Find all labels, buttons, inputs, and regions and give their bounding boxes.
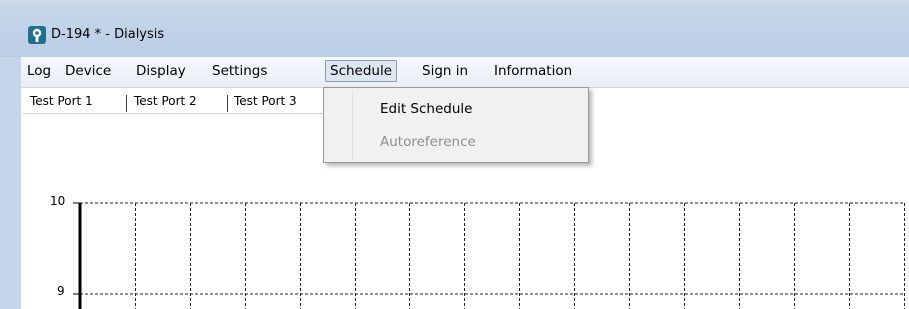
menu-log[interactable]: Log — [23, 61, 55, 81]
chart-area — [73, 202, 905, 309]
menu-display[interactable]: Display — [132, 61, 190, 81]
menu-settings[interactable]: Settings — [208, 61, 271, 81]
app-logo-icon[interactable] — [28, 26, 46, 44]
menu-item-autoreference: Autoreference — [380, 134, 476, 150]
tab-separator — [227, 95, 228, 112]
tab-separator — [126, 95, 127, 112]
app-window: D-194 * - Dialysis Log Device Display Se… — [0, 0, 909, 309]
title-bar: D-194 * - Dialysis — [0, 0, 909, 57]
tab-test-port-3[interactable]: Test Port 3 — [234, 92, 297, 112]
y-tick-label-10: 10 — [50, 194, 66, 208]
window-title: D-194 * - Dialysis — [51, 27, 165, 42]
y-tick-label-9: 9 — [57, 284, 65, 298]
menu-information[interactable]: Information — [490, 61, 576, 81]
schedule-dropdown-menu: Edit Schedule Autoreference — [323, 87, 589, 163]
chart-y-axis — [73, 202, 82, 309]
tab-test-port-2[interactable]: Test Port 2 — [134, 92, 197, 112]
tab-test-port-1[interactable]: Test Port 1 — [30, 92, 93, 112]
tab-strip-border — [23, 113, 323, 114]
menu-device[interactable]: Device — [61, 61, 115, 81]
menu-item-edit-schedule[interactable]: Edit Schedule — [380, 98, 472, 120]
menu-sign-in[interactable]: Sign in — [418, 61, 472, 81]
menu-icon-gutter — [352, 90, 353, 160]
chart-grid — [80, 202, 905, 309]
menu-schedule[interactable]: Schedule — [325, 60, 398, 82]
menu-bar: Log Device Display Settings Schedule Sig… — [21, 57, 909, 88]
